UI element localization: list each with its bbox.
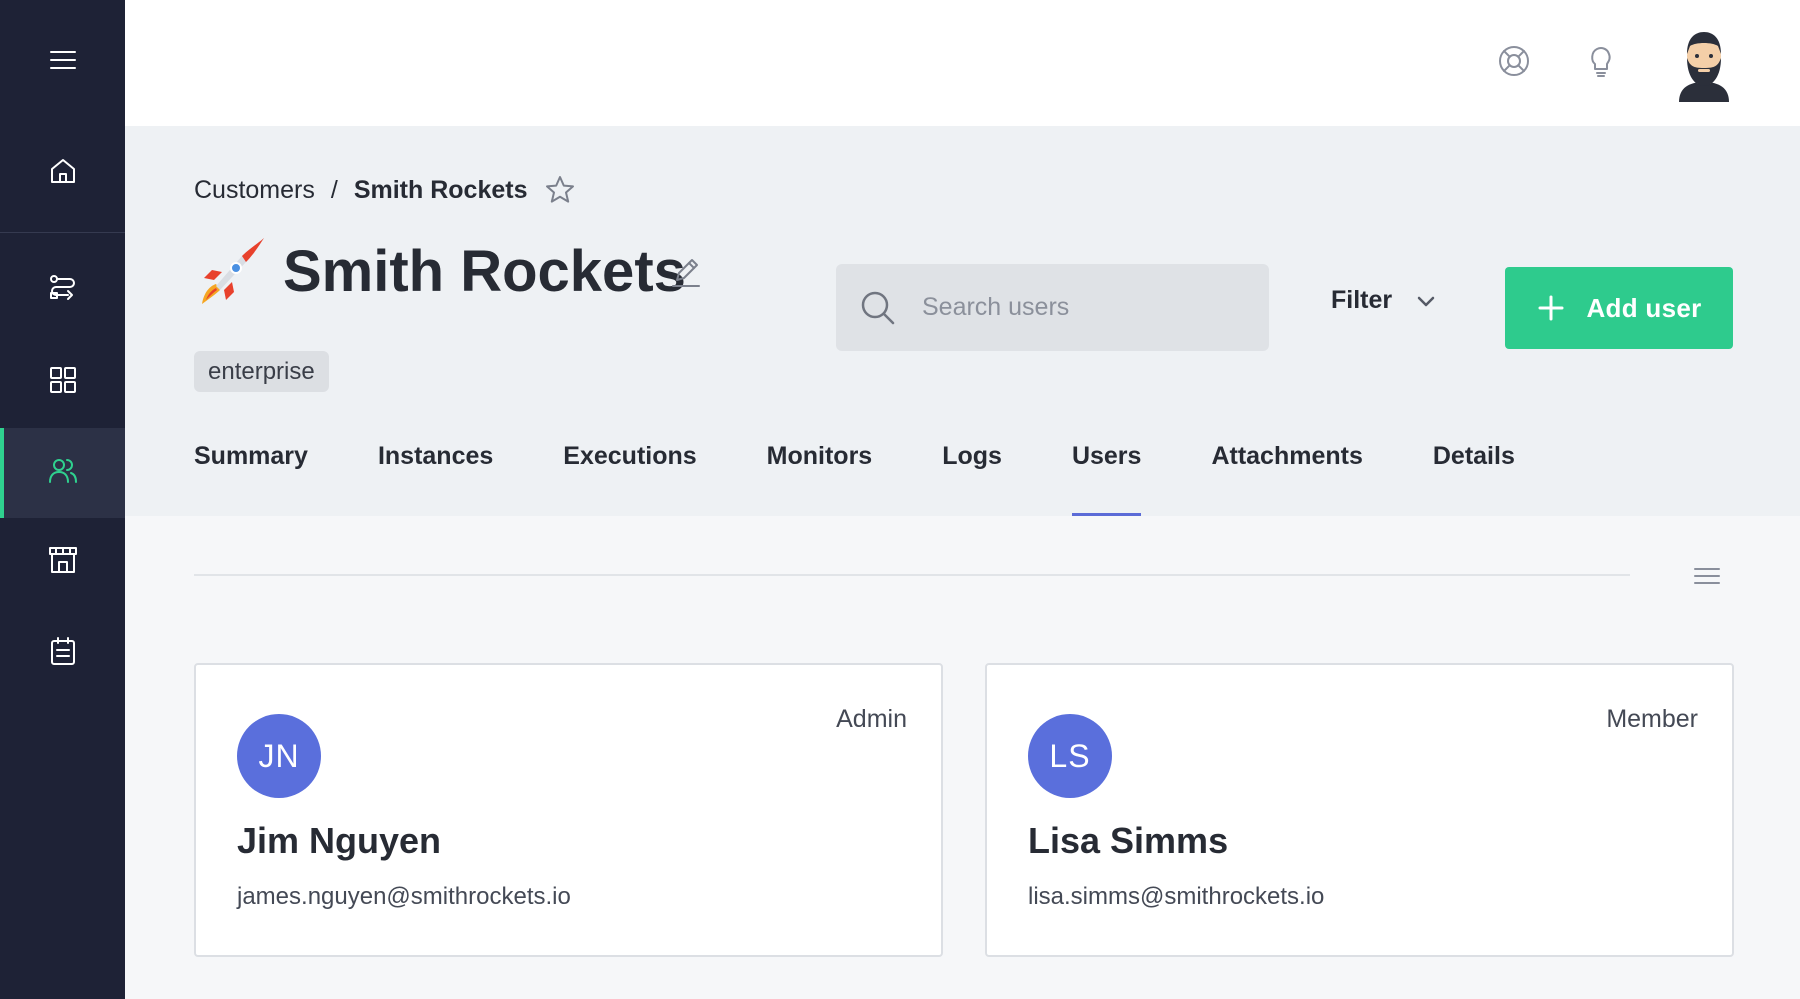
sidebar-item-dashboard[interactable] (0, 337, 125, 427)
top-bar (125, 0, 1800, 126)
breadcrumb-separator: / (330, 175, 338, 204)
sidebar-item-home[interactable] (0, 128, 125, 218)
add-user-button[interactable]: Add user (1505, 267, 1733, 349)
search-box (836, 264, 1269, 351)
user-email: lisa.simms@smithrockets.io (1028, 883, 1325, 910)
customer-tabs: Summary Instances Executions Monitors Lo… (194, 426, 1585, 516)
tab-instances[interactable]: Instances (378, 426, 493, 516)
plus-icon (1536, 293, 1566, 323)
sidebar-item-store[interactable] (0, 517, 125, 607)
users-icon (46, 454, 80, 493)
favorite-star-icon[interactable] (544, 174, 576, 206)
rocket-icon (194, 234, 268, 308)
user-role: Admin (836, 705, 907, 733)
user-role: Member (1606, 705, 1698, 733)
hamburger-menu-icon (46, 43, 80, 82)
divider (194, 574, 1630, 576)
users-content: Admin JN Jim Nguyen james.nguyen@smithro… (125, 516, 1800, 999)
route-icon (46, 271, 80, 310)
user-name: Lisa Simms (1028, 820, 1229, 861)
user-card[interactable]: Member LS Lisa Simms lisa.simms@smithroc… (985, 663, 1734, 957)
filter-label: Filter (1331, 286, 1393, 314)
add-user-label: Add user (1586, 292, 1702, 323)
plan-tag: enterprise (194, 351, 329, 392)
sidebar (0, 0, 125, 999)
support-button[interactable] (1491, 40, 1537, 86)
home-icon (46, 154, 80, 193)
grid-icon (46, 363, 80, 402)
customer-header: Customers / Smith Rockets Smith Rockets … (125, 126, 1800, 516)
tab-monitors[interactable]: Monitors (767, 426, 873, 516)
tips-button[interactable] (1578, 40, 1624, 86)
breadcrumb-customers-link[interactable]: Customers (194, 176, 315, 205)
tab-executions[interactable]: Executions (563, 426, 696, 516)
view-options-button[interactable] (1687, 556, 1727, 596)
menu-button[interactable] (0, 17, 125, 107)
tab-users[interactable]: Users (1071, 426, 1141, 516)
list-menu-icon (1687, 568, 1727, 600)
sidebar-item-customers[interactable] (0, 428, 125, 518)
lightbulb-icon (1583, 43, 1619, 84)
search-icon (858, 288, 898, 328)
clipboard-icon (46, 634, 80, 673)
filter-dropdown[interactable]: Filter (1331, 286, 1438, 315)
tab-details[interactable]: Details (1433, 426, 1515, 516)
sidebar-item-notes[interactable] (0, 608, 125, 698)
page-title: Smith Rockets (283, 239, 686, 304)
tab-attachments[interactable]: Attachments (1211, 426, 1362, 516)
pencil-icon (667, 259, 705, 296)
user-card[interactable]: Admin JN Jim Nguyen james.nguyen@smithro… (194, 663, 943, 957)
edit-title-button[interactable] (667, 254, 705, 292)
tab-logs[interactable]: Logs (942, 426, 1002, 516)
user-initials-avatar: LS (1028, 714, 1112, 798)
sidebar-divider (0, 232, 125, 233)
search-users-input[interactable] (922, 293, 1242, 322)
user-initials-avatar: JN (237, 714, 321, 798)
user-name: Jim Nguyen (237, 820, 442, 861)
support-icon (1496, 43, 1532, 84)
sidebar-item-routes[interactable] (0, 245, 125, 335)
tab-summary[interactable]: Summary (194, 426, 308, 516)
user-avatar[interactable] (1665, 24, 1743, 102)
breadcrumb: Customers / Smith Rockets (194, 174, 576, 206)
user-email: james.nguyen@smithrockets.io (237, 883, 571, 910)
breadcrumb-current: Smith Rockets (353, 175, 528, 204)
chevron-down-icon (1414, 289, 1438, 313)
store-icon (46, 543, 80, 582)
